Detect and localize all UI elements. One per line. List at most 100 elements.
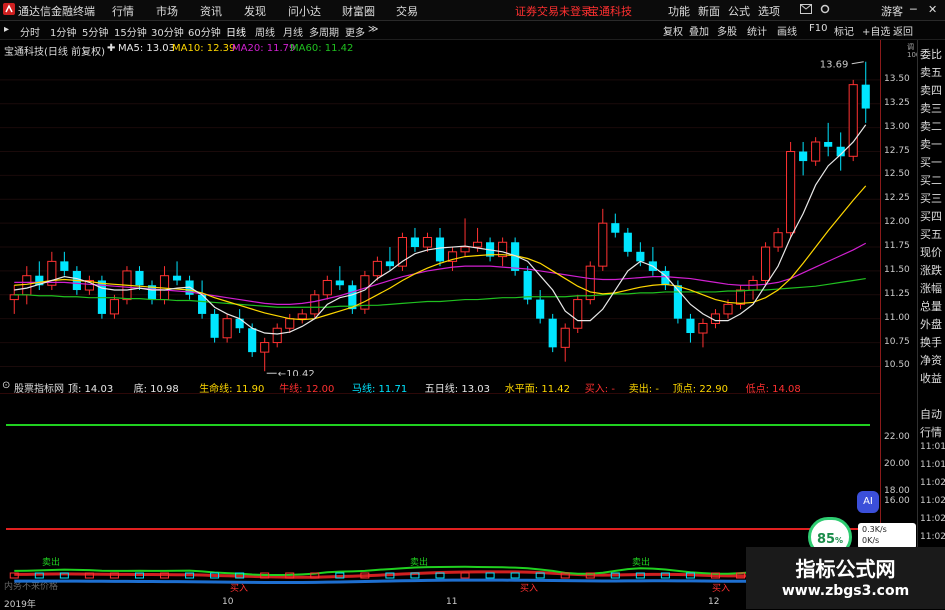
side-panel-item[interactable]: 买三 xyxy=(920,190,942,206)
period-1min[interactable]: 1分钟 xyxy=(50,24,76,39)
candle-body[interactable] xyxy=(310,294,320,315)
menu-item-jiaoyi[interactable]: 交易 xyxy=(396,3,418,19)
candle-body[interactable] xyxy=(723,303,733,315)
tool-back[interactable]: 返回 xyxy=(893,23,913,38)
candle-body[interactable] xyxy=(297,313,307,320)
candle-body[interactable] xyxy=(799,151,808,162)
period-monthly[interactable]: 月线 xyxy=(283,24,303,39)
settings-small-icon[interactable]: ✚ xyxy=(107,43,115,54)
menu-item-xinmian[interactable]: 新面 xyxy=(698,3,720,19)
candle-body[interactable] xyxy=(573,299,583,329)
side-panel-item[interactable]: 涨跌 xyxy=(920,262,942,278)
side-panel-item[interactable]: 卖二 xyxy=(920,118,942,134)
period-weekly[interactable]: 周线 xyxy=(255,24,275,39)
side-panel-item[interactable]: 换手 xyxy=(920,334,942,350)
period-fenshi[interactable]: 分时 xyxy=(20,24,40,39)
side-panel-item[interactable]: 收益 xyxy=(920,370,942,386)
candle-body[interactable] xyxy=(285,318,295,329)
side-panel-item[interactable]: 总量 xyxy=(920,298,942,314)
settings-icon[interactable] xyxy=(820,3,830,16)
candle-body[interactable] xyxy=(372,260,382,277)
side-panel-item[interactable]: 买二 xyxy=(920,172,942,188)
tool-duogu[interactable]: 多股 xyxy=(717,23,737,38)
side-panel-item[interactable]: 委比 xyxy=(920,46,942,62)
side-panel-item[interactable]: 卖三 xyxy=(920,100,942,116)
candle-body[interactable] xyxy=(385,261,394,267)
side-panel-item[interactable]: 行情 xyxy=(920,424,942,440)
side-panel-item[interactable]: 11:02 xyxy=(920,496,945,506)
tool-add-watchlist[interactable]: +自选 xyxy=(862,23,890,38)
login-notice[interactable]: 证券交易未登录 xyxy=(515,3,592,19)
candle-body[interactable] xyxy=(9,294,19,301)
candle-body[interactable] xyxy=(248,328,257,353)
menu-item-gongneng[interactable]: 功能 xyxy=(668,3,690,19)
candle-body[interactable] xyxy=(472,241,483,248)
candle-body[interactable] xyxy=(172,275,182,281)
chevron-right-icon[interactable]: ▸ xyxy=(4,24,9,35)
kline-chart[interactable]: 13.69 ←10.42 xyxy=(0,56,880,376)
ai-assistant-button[interactable]: AI xyxy=(857,491,879,513)
side-panel-item[interactable]: 涨幅 xyxy=(920,280,942,296)
period-5min[interactable]: 5分钟 xyxy=(82,24,108,39)
period-more[interactable]: 更多 xyxy=(345,24,365,39)
tool-fuquan[interactable]: 复权 xyxy=(663,23,683,38)
candle-body[interactable] xyxy=(760,246,771,281)
menu-item-shichang[interactable]: 市场 xyxy=(156,3,178,19)
candle-body[interactable] xyxy=(222,318,232,339)
candle-body[interactable] xyxy=(548,318,557,348)
candle-body[interactable] xyxy=(560,327,570,348)
period-60min[interactable]: 60分钟 xyxy=(188,24,221,39)
candle-body[interactable] xyxy=(523,270,532,300)
period-30min[interactable]: 30分钟 xyxy=(151,24,184,39)
candle-body[interactable] xyxy=(585,265,595,301)
candle-body[interactable] xyxy=(135,270,144,286)
candle-body[interactable] xyxy=(210,313,219,338)
menu-item-faxian[interactable]: 发现 xyxy=(244,3,266,19)
candle-body[interactable] xyxy=(422,236,433,248)
side-panel-item[interactable]: 卖四 xyxy=(920,82,942,98)
candle-body[interactable] xyxy=(773,232,783,248)
candle-body[interactable] xyxy=(636,251,645,262)
menu-item-wenxiaoda[interactable]: 问小达 xyxy=(288,3,321,19)
side-panel-item[interactable]: 卖五 xyxy=(920,64,942,80)
collapse-icon[interactable]: ⊙ xyxy=(2,380,10,391)
side-panel-item[interactable]: 11:02 xyxy=(920,478,945,488)
candle-body[interactable] xyxy=(786,151,796,234)
tool-f10[interactable]: F10 xyxy=(809,23,827,34)
candle-body[interactable] xyxy=(260,342,270,353)
quote-side-panel[interactable]: 委比 卖五 卖四 卖三 卖二 卖一 买一 买二 买三 买四 买五 现价 涨跌 涨幅 总量 外盘 换手 净资 收益 自动… xyxy=(917,40,945,609)
period-daily[interactable]: 日线 xyxy=(226,24,246,39)
period-15min[interactable]: 15分钟 xyxy=(114,24,147,39)
candle-body[interactable] xyxy=(335,280,344,286)
tool-tongji[interactable]: 统计 xyxy=(747,23,767,38)
candle-body[interactable] xyxy=(435,237,445,262)
side-panel-item[interactable]: 买五 xyxy=(920,226,942,242)
menu-item-xuanxiang[interactable]: 选项 xyxy=(758,3,780,19)
candle-body[interactable] xyxy=(60,261,69,271)
candle-body[interactable] xyxy=(536,299,545,319)
tool-huaxian[interactable]: 画线 xyxy=(777,23,797,38)
candle-body[interactable] xyxy=(360,275,370,310)
candle-body[interactable] xyxy=(623,232,632,252)
minimize-icon[interactable]: ─ xyxy=(910,3,917,16)
side-panel-item[interactable]: 11:01 xyxy=(920,460,945,470)
candle-body[interactable] xyxy=(824,141,833,147)
side-panel-item[interactable]: 净资 xyxy=(920,352,942,368)
tool-biaoji[interactable]: 标记 xyxy=(834,23,854,38)
close-icon[interactable]: ✕ xyxy=(928,3,937,16)
side-panel-item[interactable]: 11:02 xyxy=(920,514,945,524)
menu-item-hangqing[interactable]: 行情 xyxy=(112,3,134,19)
mail-icon[interactable] xyxy=(800,3,812,16)
candle-body[interactable] xyxy=(109,299,120,315)
side-panel-item[interactable]: 现价 xyxy=(920,244,942,260)
candle-body[interactable] xyxy=(735,289,746,305)
candle-body[interactable] xyxy=(861,84,870,109)
candle-body[interactable] xyxy=(410,237,420,248)
side-panel-item[interactable]: 11:01 xyxy=(920,442,945,452)
menu-item-gongshi[interactable]: 公式 xyxy=(728,3,750,19)
side-panel-item[interactable]: 自动 xyxy=(920,406,942,422)
candle-body[interactable] xyxy=(698,322,708,334)
side-panel-item[interactable]: 买一 xyxy=(920,154,942,170)
period-multi[interactable]: 多周期 xyxy=(309,24,339,39)
candle-body[interactable] xyxy=(322,279,332,296)
